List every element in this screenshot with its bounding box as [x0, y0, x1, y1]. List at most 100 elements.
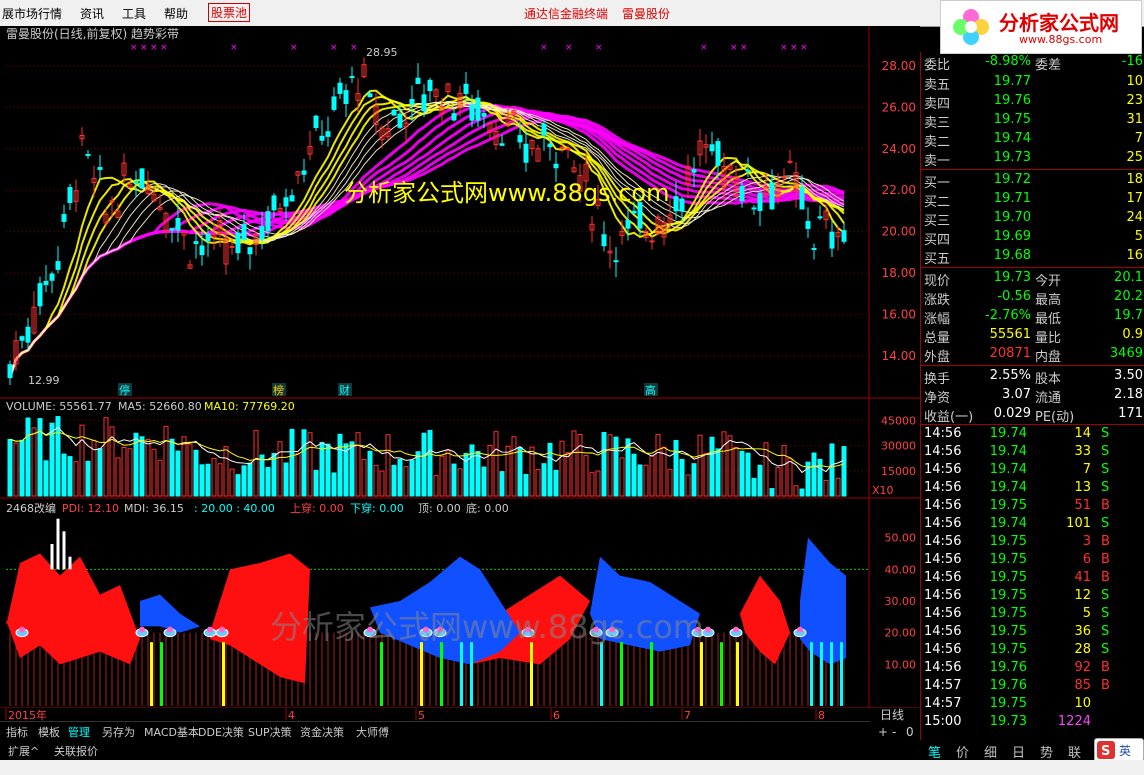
- tick-volume: 33: [1074, 444, 1091, 459]
- tick-row: 14:56 19.75 28 S: [921, 642, 1144, 660]
- quote-view-button-0[interactable]: 笔: [928, 742, 941, 761]
- buy-volume: 18: [1126, 172, 1143, 187]
- candle-body: [37, 283, 43, 307]
- tick-row: 15:00 19.73 1224: [921, 714, 1144, 732]
- quote-view-button-2[interactable]: 细: [984, 742, 997, 761]
- quote-panel: 委比 -8.98% 委差 -16 卖五 19.77 10 卖四 19.76 23 卖三 19.75 31…: [920, 52, 1144, 740]
- tick-row: 14:56 19.74 13 S: [921, 480, 1144, 498]
- quote-view-button-5[interactable]: 联: [1068, 742, 1081, 761]
- tick-direction: S: [1101, 606, 1110, 621]
- svg-text:S: S: [1101, 744, 1110, 759]
- zoom-button[interactable]: +: [878, 725, 888, 739]
- buy-level-label: 买五: [924, 252, 951, 267]
- sell-level-label: 卖五: [924, 78, 951, 93]
- sell-price: 19.74: [993, 131, 1031, 146]
- candle-body: [337, 82, 343, 94]
- indicator-header-item: PDI: 12.10: [62, 502, 119, 515]
- signal-marker: ×: [790, 43, 798, 53]
- tick-price: 19.76: [989, 660, 1027, 675]
- candle-body: [625, 219, 631, 229]
- volume-bar: [325, 443, 331, 497]
- signal-marker: ×: [130, 43, 138, 53]
- tab-7[interactable]: 资金决策: [300, 724, 344, 740]
- tab-related-quote[interactable]: 关联报价: [54, 743, 98, 759]
- stat-label: 现价: [924, 274, 951, 289]
- ime-indicator[interactable]: S 英: [1094, 738, 1144, 762]
- candle-body: [319, 135, 325, 141]
- tab-4[interactable]: MACD基本: [144, 724, 199, 740]
- volume-bar: [409, 459, 415, 497]
- candle-body: [397, 113, 403, 128]
- volume-bar: [841, 446, 847, 497]
- menu-help[interactable]: 帮助: [164, 5, 188, 22]
- zoom-button[interactable]: 0: [906, 725, 914, 739]
- quote-view-button-3[interactable]: 日: [1012, 742, 1025, 761]
- sell-row: 卖四 19.76 23: [921, 93, 1144, 112]
- buy-row: 买一 19.72 18: [921, 172, 1144, 191]
- tick-row: 14:56 19.74 7 S: [921, 462, 1144, 480]
- indicator-signal-bar: [150, 642, 153, 706]
- chart-area[interactable]: 雷曼股份(日线,前复权) 趋势彩带 28.00 26.00 24.00 22.00 20.…: [0, 26, 920, 740]
- quote-view-button-4[interactable]: 势: [1040, 742, 1053, 761]
- menu-market[interactable]: 展市场行情: [2, 5, 62, 22]
- tick-volume: 10: [1074, 696, 1091, 711]
- tab-2[interactable]: 管理: [68, 724, 90, 740]
- tab-0[interactable]: 指标: [6, 724, 28, 740]
- tab-6[interactable]: SUP决策: [248, 724, 292, 740]
- buy-row: 买二 19.71 17: [921, 191, 1144, 210]
- sell-level-label: 卖一: [924, 154, 951, 169]
- candle-body: [25, 326, 31, 343]
- volume-bar: [19, 439, 25, 497]
- sell-volume: 23: [1126, 93, 1143, 108]
- tab-8[interactable]: 大师傅: [356, 724, 389, 740]
- signal-marker: ×: [540, 43, 548, 53]
- menu-tools[interactable]: 工具: [122, 5, 146, 22]
- tick-price: 19.75: [989, 588, 1027, 603]
- tick-price: 19.75: [989, 498, 1027, 513]
- candle-body: [757, 192, 763, 211]
- candle-body: [631, 210, 637, 214]
- stat-label: 股本: [1035, 372, 1062, 387]
- stat-value: -2.76%: [985, 308, 1031, 323]
- event-tag: 高: [645, 383, 656, 397]
- indicator-header-item: 2468改编: [6, 501, 56, 515]
- stat-label: 最高: [1035, 293, 1062, 308]
- tab-expand[interactable]: 扩展^: [8, 743, 39, 759]
- candle-body: [817, 216, 823, 219]
- tick-volume: 5: [1082, 606, 1091, 621]
- buy-level-label: 买三: [924, 214, 951, 229]
- tab-3[interactable]: 另存为: [102, 724, 135, 740]
- volume-bar: [745, 452, 751, 497]
- candle-body: [709, 144, 715, 152]
- stat-row: 涨幅 -2.76% 最低 19.7: [921, 308, 1144, 327]
- tab-1[interactable]: 模板: [38, 724, 60, 740]
- volume-bar: [67, 456, 73, 497]
- stat-label: 换手: [924, 372, 951, 387]
- candle-body: [517, 135, 523, 143]
- zoom-button[interactable]: -: [892, 725, 896, 739]
- indicator-signal-bar: [830, 642, 833, 706]
- menu-stock-pool[interactable]: 股票池: [208, 3, 251, 22]
- candle-body: [547, 143, 553, 148]
- tick-time: 14:56: [924, 570, 962, 585]
- candle-body: [451, 113, 457, 121]
- signal-marker: ×: [595, 43, 603, 53]
- quote-view-button-1[interactable]: 价: [956, 742, 969, 761]
- app-title: 通达信金融终端: [524, 7, 609, 21]
- stat-value: 20.1: [1114, 270, 1143, 285]
- candle-body: [169, 227, 175, 231]
- indicator-header-item: MDI: 36.15: [124, 502, 184, 515]
- volume-bar: [85, 460, 91, 497]
- weibi-value: -8.98%: [985, 54, 1031, 69]
- menu-news[interactable]: 资讯: [80, 5, 104, 22]
- tick-time: 14:57: [924, 678, 962, 693]
- logo-url: www.88gs.com: [1019, 33, 1103, 46]
- tick-time: 14:56: [924, 660, 962, 675]
- candle-body: [463, 83, 469, 94]
- tab-5[interactable]: DDE决策: [198, 724, 244, 740]
- volume-bar: [601, 432, 607, 497]
- stat-label: 收益(一): [924, 410, 974, 425]
- signal-marker: ×: [565, 43, 573, 53]
- volume-bar: [289, 428, 295, 497]
- event-tag: 榜: [273, 383, 284, 397]
